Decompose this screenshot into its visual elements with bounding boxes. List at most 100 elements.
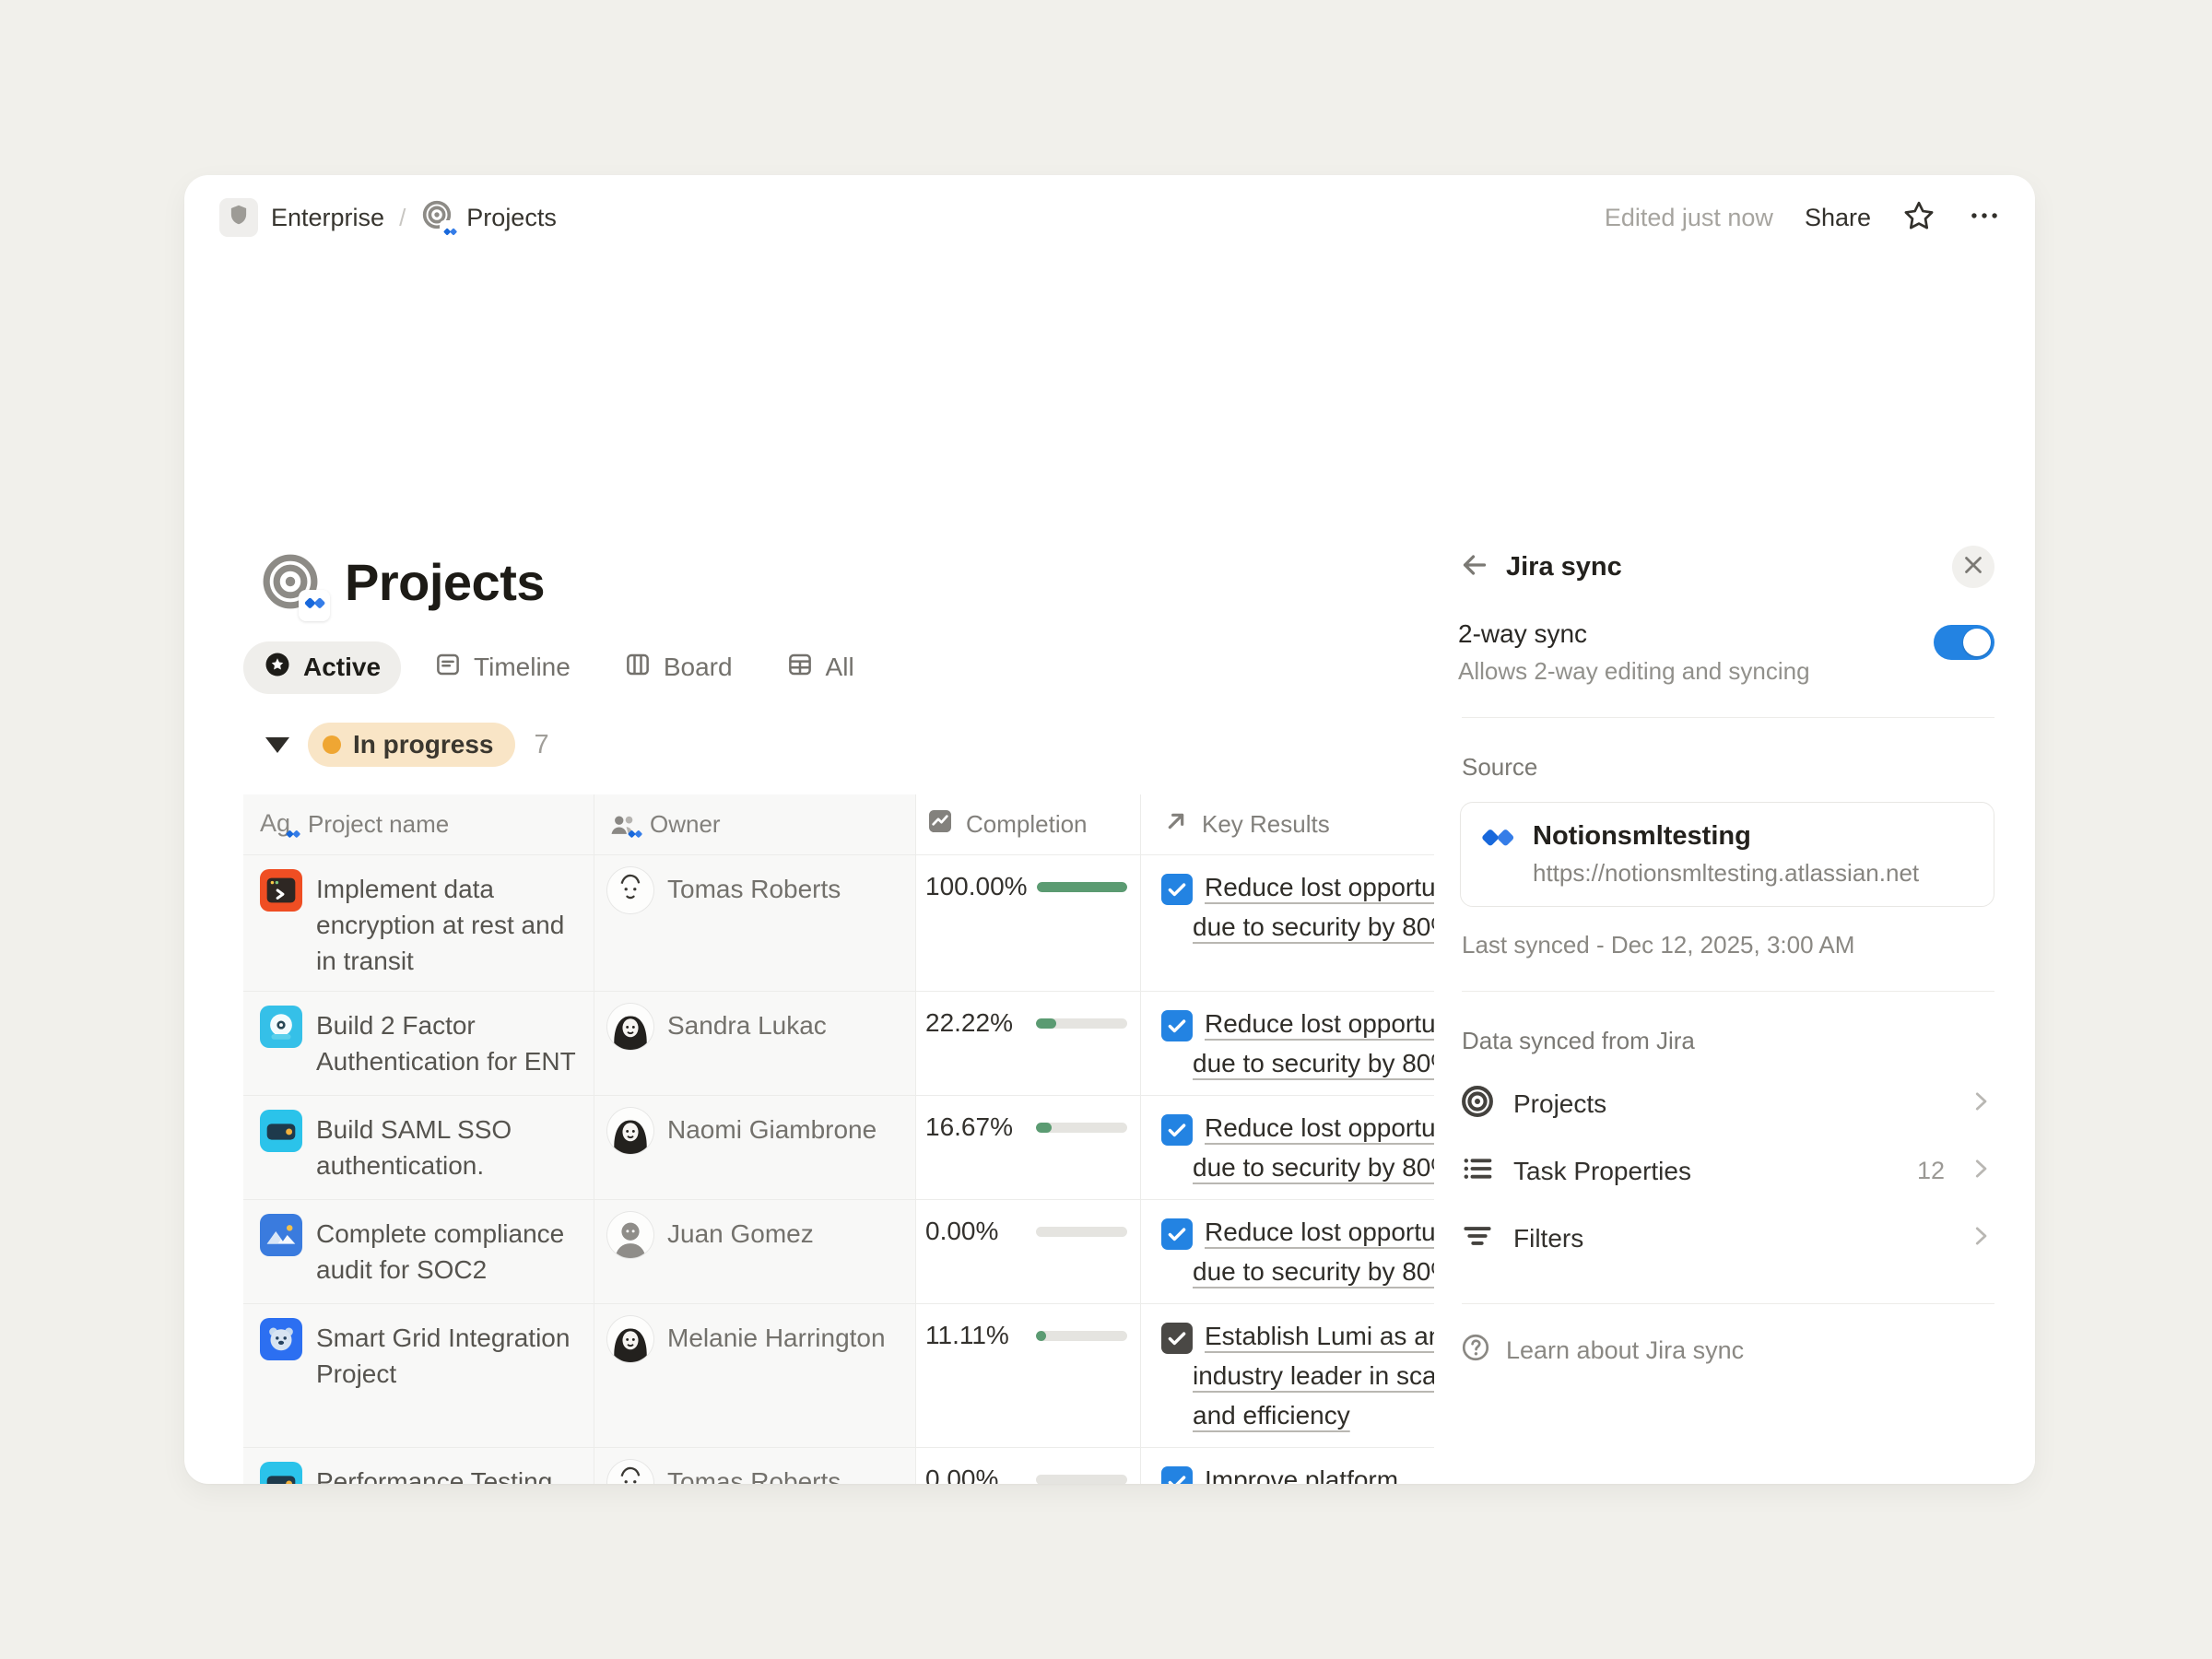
key-result-checkbox[interactable] — [1161, 1114, 1193, 1146]
tab-all[interactable]: All — [766, 641, 875, 694]
toggle-knob — [1963, 629, 1991, 656]
source-section-label: Source — [1462, 753, 1994, 782]
column-header-completion[interactable]: Completion — [916, 794, 1141, 854]
table-header-row: AgProject nameOwnerCompletionKey Results — [243, 794, 1618, 855]
completion-cell[interactable]: 0.00% — [916, 1200, 1141, 1303]
owner-cell[interactable]: Naomi Giambrone — [594, 1096, 916, 1199]
divider — [1462, 717, 1994, 718]
breadcrumb-workspace[interactable]: Enterprise — [271, 204, 384, 232]
avatar — [607, 1004, 653, 1050]
tab-label: Board — [664, 653, 733, 682]
owner-name: Melanie Harrington — [667, 1316, 886, 1353]
key-result-checkbox[interactable] — [1161, 1466, 1193, 1484]
panel-item-filters[interactable]: Filters — [1460, 1205, 1994, 1272]
key-result-checkbox[interactable] — [1161, 1010, 1193, 1041]
list-icon — [1460, 1151, 1495, 1191]
two-way-sync-row: 2-way sync Allows 2-way editing and sync… — [1458, 619, 1994, 686]
owner-cell[interactable]: Juan Gomez — [594, 1200, 916, 1303]
project-name[interactable]: Complete compliance audit for SOC2 — [316, 1212, 581, 1288]
collapse-triangle-icon[interactable] — [265, 737, 289, 753]
star-circle-icon — [264, 651, 291, 685]
project-name[interactable]: Smart Grid Integration Project — [316, 1316, 581, 1392]
key-result-link[interactable]: Reduce lost opportun — [1205, 1218, 1450, 1246]
completion-cell[interactable]: 0.00% — [916, 1448, 1141, 1484]
project-name[interactable]: Build 2 Factor Authentication for ENT — [316, 1004, 581, 1079]
close-icon[interactable] — [1952, 546, 1994, 588]
key-result-checkbox[interactable] — [1161, 1323, 1193, 1354]
projects-table: AgProject nameOwnerCompletionKey Results… — [243, 794, 1618, 1484]
project-name[interactable]: Performance Testing (Lighting SaaS app) — [316, 1460, 581, 1484]
project-robot-icon — [260, 1006, 302, 1048]
completion-cell[interactable]: 22.22% — [916, 992, 1141, 1095]
key-result-link[interactable]: industry leader in scalab — [1193, 1361, 1471, 1390]
owner-cell[interactable]: Tomas Roberts — [594, 855, 916, 991]
owner-cell[interactable]: Melanie Harrington — [594, 1304, 916, 1447]
key-result-link[interactable]: Reduce lost opportun — [1205, 1113, 1450, 1142]
divider — [1462, 1303, 1994, 1304]
owner-name: Sandra Lukac — [667, 1004, 827, 1041]
owner-name: Tomas Roberts — [667, 1460, 841, 1484]
column-header-project-name[interactable]: AgProject name — [243, 794, 594, 854]
project-name-cell[interactable]: Build 2 Factor Authentication for ENT — [243, 992, 594, 1095]
breadcrumb-separator: / — [399, 204, 406, 232]
owner-cell[interactable]: Sandra Lukac — [594, 992, 916, 1095]
people-property-icon — [607, 809, 639, 841]
key-result-link[interactable]: Reduce lost opportun — [1205, 1009, 1450, 1038]
key-result-link[interactable]: Establish Lumi as an — [1205, 1322, 1442, 1350]
completion-cell[interactable]: 100.00% — [916, 855, 1141, 991]
page-target-icon[interactable] — [260, 551, 321, 612]
key-result-link[interactable]: Reduce lost opportun — [1205, 873, 1450, 901]
status-badge[interactable]: In progress — [308, 723, 515, 767]
tab-active[interactable]: Active — [243, 641, 401, 694]
table-row: Smart Grid Integration Project Melanie H… — [243, 1304, 1618, 1448]
key-result-checkbox[interactable] — [1161, 1218, 1193, 1250]
key-result-checkbox[interactable] — [1161, 874, 1193, 905]
breadcrumb-page[interactable]: Projects — [466, 204, 557, 232]
tab-timeline[interactable]: Timeline — [414, 641, 591, 694]
board-icon — [624, 651, 652, 685]
project-name[interactable]: Build SAML SSO authentication. — [316, 1108, 581, 1183]
key-result-link[interactable]: due to security by 80% — [1193, 1049, 1453, 1077]
progress-bar — [1036, 1475, 1127, 1485]
learn-about-jira-sync-link[interactable]: Learn about Jira sync — [1460, 1332, 1994, 1370]
progress-bar — [1037, 882, 1127, 892]
completion-cell[interactable]: 11.11% — [916, 1304, 1141, 1447]
project-name-cell[interactable]: Build SAML SSO authentication. — [243, 1096, 594, 1199]
completion-percent: 16.67% — [925, 1112, 1027, 1142]
progress-bar — [1036, 1331, 1127, 1341]
breadcrumb: Enterprise / Projects — [219, 198, 557, 237]
project-name-cell[interactable]: Complete compliance audit for SOC2 — [243, 1200, 594, 1303]
project-name-cell[interactable]: Smart Grid Integration Project — [243, 1304, 594, 1447]
project-bear-icon — [260, 1318, 302, 1360]
column-header-owner[interactable]: Owner — [594, 794, 916, 854]
key-result-link[interactable]: and efficiency — [1193, 1401, 1350, 1430]
jira-source-card[interactable]: Notionsmltesting https://notionsmltestin… — [1460, 802, 1994, 907]
more-options-icon[interactable] — [1967, 198, 2002, 238]
panel-item-projects[interactable]: Projects — [1460, 1070, 1994, 1137]
key-result-link[interactable]: due to security by 80% — [1193, 1257, 1453, 1286]
back-arrow-icon[interactable] — [1458, 548, 1499, 586]
completion-cell[interactable]: 16.67% — [916, 1096, 1141, 1199]
key-result-link[interactable]: due to security by 80% — [1193, 1153, 1453, 1182]
two-way-sync-title: 2-way sync — [1458, 619, 1934, 649]
group-header: In progress 7 — [243, 723, 549, 767]
tab-label: All — [826, 653, 854, 682]
key-result-link[interactable]: due to security by 80% — [1193, 912, 1453, 941]
share-button[interactable]: Share — [1805, 204, 1871, 232]
favorite-star-icon[interactable] — [1902, 199, 1936, 237]
project-name-cell[interactable]: Implement data encryption at rest and in… — [243, 855, 594, 991]
key-result-link[interactable]: Improve platform — [1205, 1465, 1398, 1484]
project-name-cell[interactable]: Performance Testing (Lighting SaaS app) — [243, 1448, 594, 1484]
panel-item-task-properties[interactable]: Task Properties 12 — [1460, 1137, 1994, 1205]
topbar-actions: Edited just now Share — [1605, 198, 2002, 238]
owner-cell[interactable]: Tomas Roberts — [594, 1448, 916, 1484]
project-name[interactable]: Implement data encryption at rest and in… — [316, 867, 581, 979]
tab-label: Active — [303, 653, 381, 682]
view-tabs: Active Timeline Board All — [243, 641, 875, 694]
workspace-shield-icon — [219, 198, 258, 237]
chevron-right-icon — [1967, 1222, 1994, 1254]
avatar — [607, 1460, 653, 1484]
jira-badge-icon — [440, 220, 460, 241]
two-way-sync-toggle[interactable] — [1934, 625, 1994, 660]
tab-board[interactable]: Board — [604, 641, 753, 694]
